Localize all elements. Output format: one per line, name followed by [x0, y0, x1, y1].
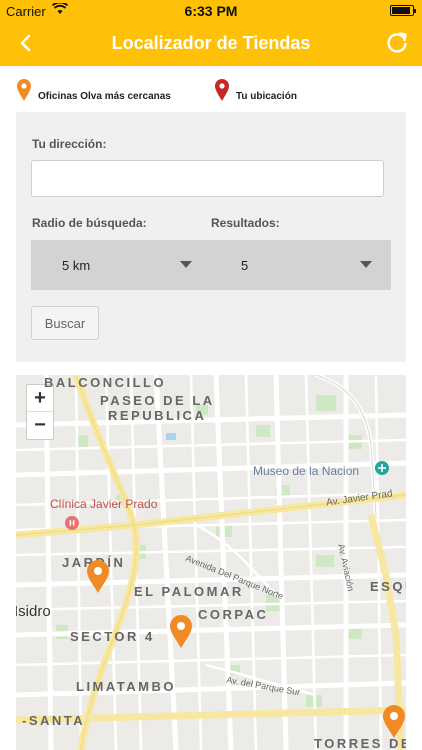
map-label-limatambo: LIMATAMBO	[76, 679, 176, 694]
map-label-paseo: PASEO DE LA	[100, 393, 215, 408]
battery-icon	[390, 5, 416, 16]
office-marker-icon[interactable]	[169, 615, 193, 649]
zoom-control: + −	[26, 384, 54, 440]
legend-offices: Oficinas Olva más cercanas	[16, 78, 171, 102]
legend-offices-label: Oficinas Olva más cercanas	[38, 91, 171, 102]
map-label-santa: -SANTA	[22, 713, 86, 728]
top-bar: Carrier 6:33 PM Localizador de Tiendas	[0, 0, 422, 66]
legend-location-label: Tu ubicación	[236, 91, 297, 102]
page-title: Localizador de Tiendas	[111, 33, 311, 53]
results-label: Resultados:	[211, 216, 280, 230]
map-label-clinica: Clínica Javier Prado	[50, 497, 158, 511]
navigation-bar: Localizador de Tiendas	[0, 22, 422, 66]
zoom-out-button[interactable]: −	[27, 412, 53, 439]
map-label-corpac: CORPAC	[198, 607, 269, 622]
radius-select[interactable]: 5 km	[31, 240, 211, 290]
map-label-isidro: Isidro	[16, 603, 51, 620]
map-view[interactable]: H + − BALCONCILLO PASEO DE LA REPUBLICA …	[16, 375, 406, 750]
search-form: Tu dirección: Radio de búsqueda: Resulta…	[16, 112, 406, 362]
map-label-republica: REPUBLICA	[108, 408, 207, 423]
office-marker-icon[interactable]	[86, 560, 110, 594]
svg-text:H: H	[69, 519, 75, 528]
office-marker-icon[interactable]	[382, 705, 406, 739]
refresh-icon[interactable]	[384, 30, 410, 56]
map-legend: Oficinas Olva más cercanas Tu ubicación	[0, 78, 422, 108]
map-label-palomar: EL PALOMAR	[134, 584, 244, 599]
results-select[interactable]: 5	[211, 240, 391, 290]
select-row: 5 km 5	[31, 240, 391, 290]
red-pin-icon	[215, 79, 229, 101]
caret-down-icon	[180, 261, 192, 268]
map-label-museo: Museo de la Nacion	[253, 464, 360, 478]
orange-pin-icon	[17, 79, 31, 101]
search-button[interactable]: Buscar	[31, 306, 99, 340]
status-time: 6:33 PM	[184, 3, 238, 19]
address-input[interactable]	[31, 160, 384, 197]
status-bar: Carrier 6:33 PM	[0, 0, 422, 22]
radius-label: Radio de búsqueda:	[32, 216, 147, 230]
radius-value: 5 km	[62, 258, 91, 273]
address-label: Tu dirección:	[32, 137, 107, 151]
legend-location: Tu ubicación	[214, 78, 297, 102]
results-value: 5	[241, 258, 249, 273]
map-label-sector4: SECTOR 4	[70, 629, 155, 644]
map-label-esqu: ESQU	[370, 579, 406, 594]
map-label-balconcillo: BALCONCILLO	[44, 375, 167, 390]
caret-down-icon	[360, 261, 372, 268]
